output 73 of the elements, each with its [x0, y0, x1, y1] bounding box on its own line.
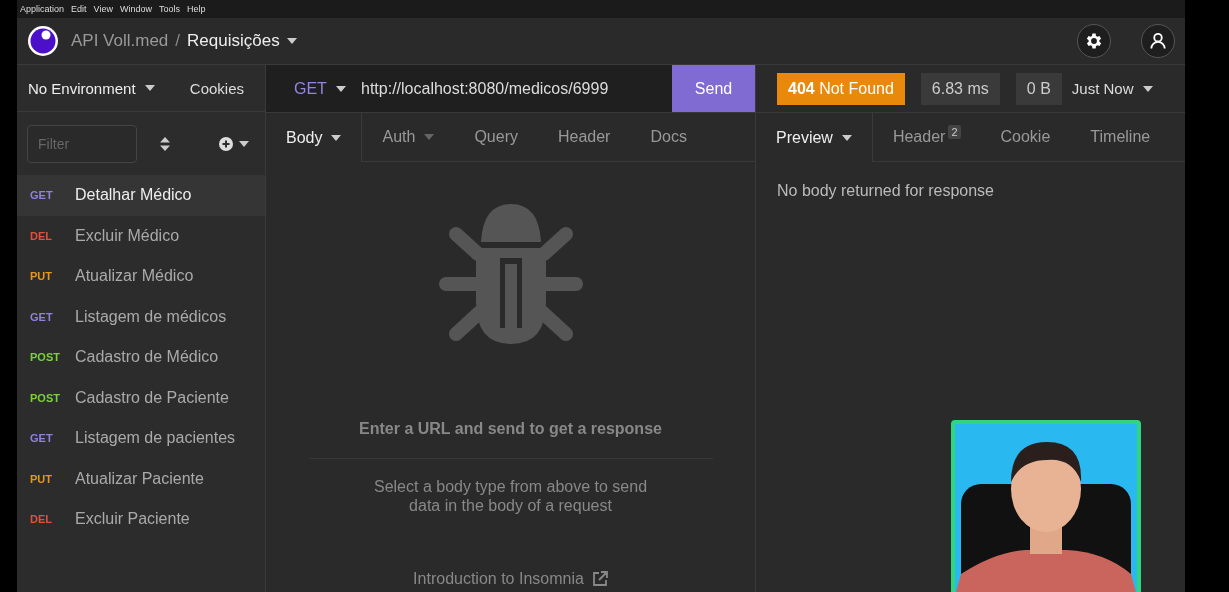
method-dropdown[interactable]: GET [266, 79, 361, 98]
menu-item[interactable]: View [93, 4, 113, 14]
method-label: GET [30, 432, 54, 445]
docs-link[interactable]: Introduction to Insomnia [413, 570, 608, 588]
url-field[interactable]: http://localhost:8080/medicos/6999 [361, 79, 672, 98]
request-item[interactable]: GET Detalhar Médico [17, 175, 265, 216]
method-label: PUT [30, 270, 53, 283]
tab[interactable]: Preview [756, 113, 873, 162]
user-icon [1148, 31, 1168, 51]
method-label: PUT [30, 472, 53, 485]
request-name: Cadastro de Paciente [75, 388, 229, 407]
count-badge: 2 [948, 125, 961, 139]
status-badge: 404 Not Found [777, 72, 905, 105]
caret-icon [335, 85, 346, 92]
request-name: Listagem de médicos [75, 307, 227, 326]
send-button[interactable]: Send [672, 65, 755, 112]
menu-item[interactable]: Window [119, 4, 152, 14]
environment-dropdown[interactable]: No Environment [28, 79, 155, 97]
request-item[interactable]: DEL Excluir Médico [17, 215, 265, 256]
tab[interactable]: Cookie [980, 113, 1071, 161]
external-link-icon [591, 571, 608, 587]
method-label: GET [30, 310, 54, 323]
response-size: 0 B [1015, 72, 1062, 105]
cookies-button[interactable]: Cookies [189, 79, 244, 97]
tab[interactable]: Query [454, 113, 538, 161]
request-name: Excluir Paciente [75, 510, 190, 529]
tab[interactable]: Body [266, 113, 363, 162]
menu-item[interactable]: Tools [158, 4, 180, 14]
request-name: Atualizar Médico [75, 267, 194, 286]
request-name: Excluir Médico [75, 226, 180, 245]
tab[interactable]: Header [537, 113, 631, 161]
response-time: 6.83 ms [920, 72, 1000, 105]
request-item[interactable]: PUT Atualizar Médico [17, 256, 265, 297]
add-button[interactable] [219, 136, 249, 151]
settings-button[interactable] [1077, 24, 1111, 58]
tab[interactable]: Docs [630, 113, 707, 161]
menu-item[interactable]: Edit [71, 4, 87, 14]
sort-icon[interactable] [159, 135, 171, 152]
request-item[interactable]: GET Listagem de pacientes [17, 418, 265, 459]
request-item[interactable]: POST Cadastro de Paciente [17, 377, 265, 418]
caret-icon [144, 85, 155, 91]
method-label: GET [30, 189, 54, 202]
menu-item[interactable]: Help [186, 4, 206, 14]
gear-icon [1084, 31, 1104, 51]
request-item[interactable]: PUT Atualizar Paciente [17, 458, 265, 499]
tab[interactable]: Timeline [1070, 113, 1171, 161]
method-label: POST [30, 391, 61, 404]
collection-name[interactable]: Requisições [187, 31, 280, 51]
filter-field[interactable]: Filter [27, 124, 137, 163]
tab[interactable]: Auth [362, 113, 455, 161]
request-item[interactable]: DEL Excluir Paciente [17, 499, 265, 540]
empty-state-hint: Select a body type from above to send data in the body of a request [373, 477, 648, 515]
caret-icon [286, 38, 297, 44]
response-message: No body returned for response [776, 181, 995, 201]
method-label: POST [30, 351, 61, 364]
request-name: Cadastro de Médico [75, 348, 219, 367]
logo-icon [27, 25, 59, 57]
request-item[interactable]: GET Listagem de médicos [17, 296, 265, 337]
empty-state-title: Enter a URL and send to get a response [359, 420, 662, 438]
request-name: Listagem de pacientes [75, 429, 236, 448]
history-dropdown[interactable]: Just Now [1065, 79, 1160, 98]
request-item[interactable]: POST Cadastro de Médico [17, 337, 265, 378]
method-label: DEL [30, 513, 53, 526]
menu-item[interactable]: Application [20, 4, 65, 14]
breadcrumb-separator: / [175, 31, 181, 51]
request-name: Detalhar Médico [75, 186, 192, 205]
caret-icon [239, 140, 249, 147]
method-label: DEL [30, 229, 53, 242]
caret-icon [1143, 85, 1154, 92]
account-button[interactable] [1141, 24, 1175, 58]
request-name: Atualizar Paciente [75, 469, 204, 488]
tab[interactable]: Header 2 [872, 113, 981, 161]
project-name[interactable]: API Voll.med [71, 31, 169, 51]
